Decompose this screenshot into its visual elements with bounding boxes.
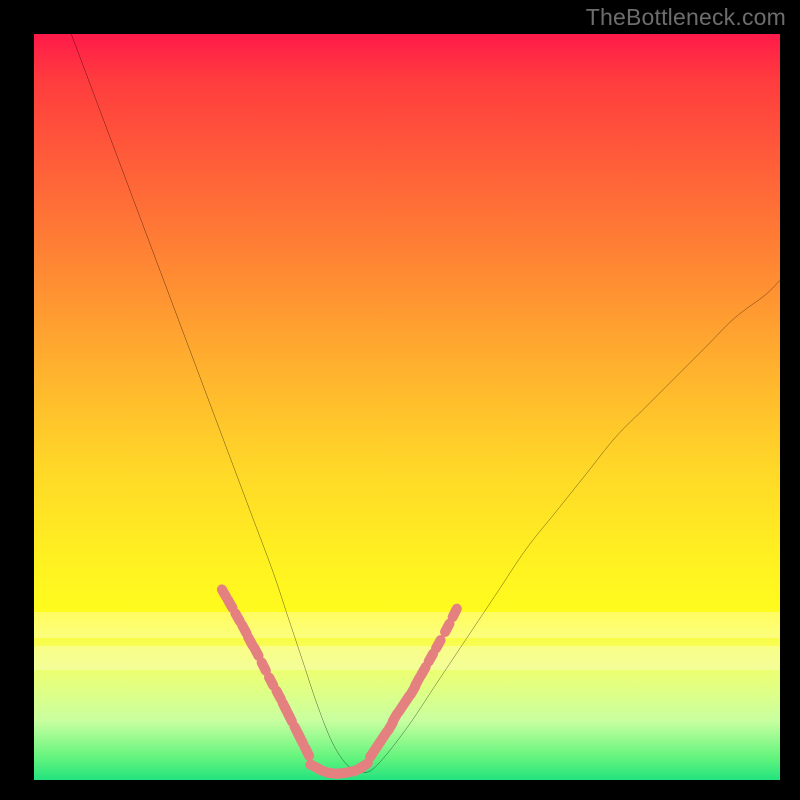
- watermark-text: TheBottleneck.com: [586, 4, 786, 31]
- plot-area: [34, 34, 780, 780]
- marker-layer: [215, 583, 464, 780]
- curve-layer: [34, 34, 780, 780]
- chart-frame: TheBottleneck.com: [0, 0, 800, 800]
